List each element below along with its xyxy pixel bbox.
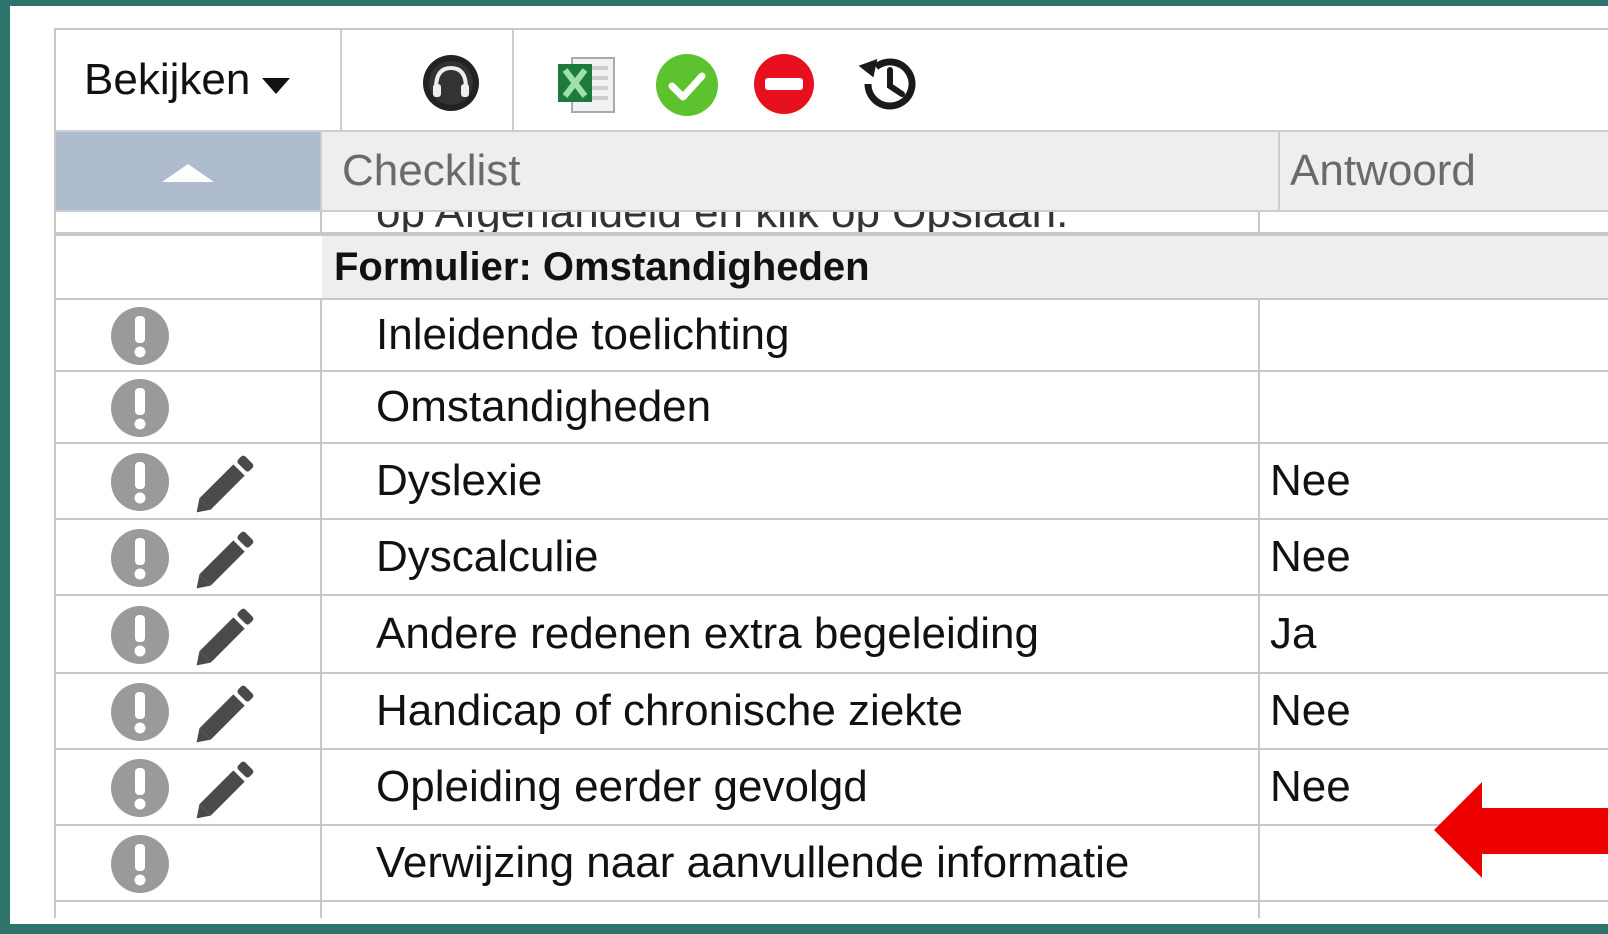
group-title: Formulier: Omstandigheden — [334, 244, 870, 289]
pencil-icon[interactable] — [192, 524, 262, 592]
warning-icon[interactable] — [110, 306, 170, 366]
table-row[interactable]: Opleiding eerder gevolgd Nee — [56, 750, 1608, 826]
warning-icon[interactable] — [110, 682, 170, 742]
row-label: Inleidende toelichting — [376, 310, 790, 359]
row-label: Verwijzing naar aanvullende informatie — [376, 838, 1130, 887]
table-row[interactable]: Inleidende toelichting — [56, 300, 1608, 372]
headset-icon[interactable] — [418, 52, 484, 112]
table-row-partial: op Afgehandeld en klik op Opslaan. — [56, 212, 1608, 234]
warning-icon[interactable] — [110, 834, 170, 894]
column-header-antwoord[interactable]: Antwoord — [1290, 132, 1608, 210]
window-frame: Bekijken Checklist Antwoord Formulier: O… — [0, 0, 1608, 934]
table-header: Checklist Antwoord — [56, 130, 1608, 212]
row-label: Dyscalculie — [376, 532, 599, 581]
excel-icon[interactable] — [554, 52, 622, 118]
row-label: Handicap of chronische ziekte — [376, 686, 963, 735]
pencil-icon[interactable] — [192, 448, 262, 516]
warning-icon[interactable] — [110, 528, 170, 588]
toolbar: Bekijken — [56, 30, 1608, 130]
row-label: Andere redenen extra begeleiding — [376, 609, 1039, 658]
row-answer: Nee — [1270, 532, 1351, 581]
annotation-arrow-icon — [1434, 782, 1608, 878]
group-row: Formulier: Omstandigheden — [56, 234, 1608, 300]
table-row[interactable]: Omstandigheden — [56, 372, 1608, 444]
warning-icon[interactable] — [110, 378, 170, 438]
pencil-icon[interactable] — [192, 601, 262, 669]
warning-icon[interactable] — [110, 452, 170, 512]
row-answer: Nee — [1270, 762, 1351, 811]
row-answer: Ja — [1270, 609, 1317, 658]
pencil-icon[interactable] — [192, 678, 262, 746]
row-label: Opleiding eerder gevolgd — [376, 762, 868, 811]
sort-column-header[interactable] — [56, 132, 322, 210]
view-menu-button[interactable]: Bekijken — [56, 30, 342, 130]
column-header-checklist[interactable]: Checklist — [342, 132, 1280, 210]
pencil-icon[interactable] — [192, 754, 262, 822]
approve-icon[interactable] — [654, 52, 720, 118]
checklist-panel: Bekijken Checklist Antwoord Formulier: O… — [54, 28, 1608, 918]
warning-icon[interactable] — [110, 758, 170, 818]
row-label: Dyslexie — [376, 456, 543, 505]
table-row[interactable]: Handicap of chronische ziekte Nee — [56, 674, 1608, 750]
partial-row-text: op Afgehandeld en klik op Opslaan. — [376, 212, 1068, 232]
table-row[interactable]: Dyscalculie Nee — [56, 520, 1608, 596]
toolbar-separator — [512, 30, 514, 130]
checklist-grid: op Afgehandeld en klik op Opslaan. Formu… — [56, 212, 1608, 918]
group-row-spacer — [56, 236, 322, 298]
table-row[interactable]: Andere redenen extra begeleiding Ja — [56, 596, 1608, 674]
row-answer: Nee — [1270, 686, 1351, 735]
row-answer: Nee — [1270, 456, 1351, 505]
table-row[interactable]: Dyslexie Nee — [56, 444, 1608, 520]
history-icon[interactable] — [854, 52, 922, 116]
row-label: Omstandigheden — [376, 382, 712, 431]
view-menu-label: Bekijken — [84, 55, 251, 104]
reject-icon[interactable] — [752, 52, 816, 116]
warning-icon[interactable] — [110, 605, 170, 665]
caret-down-icon — [262, 78, 291, 94]
table-row[interactable]: Verwijzing naar aanvullende informatie — [56, 826, 1608, 902]
sort-ascending-icon — [162, 164, 214, 182]
